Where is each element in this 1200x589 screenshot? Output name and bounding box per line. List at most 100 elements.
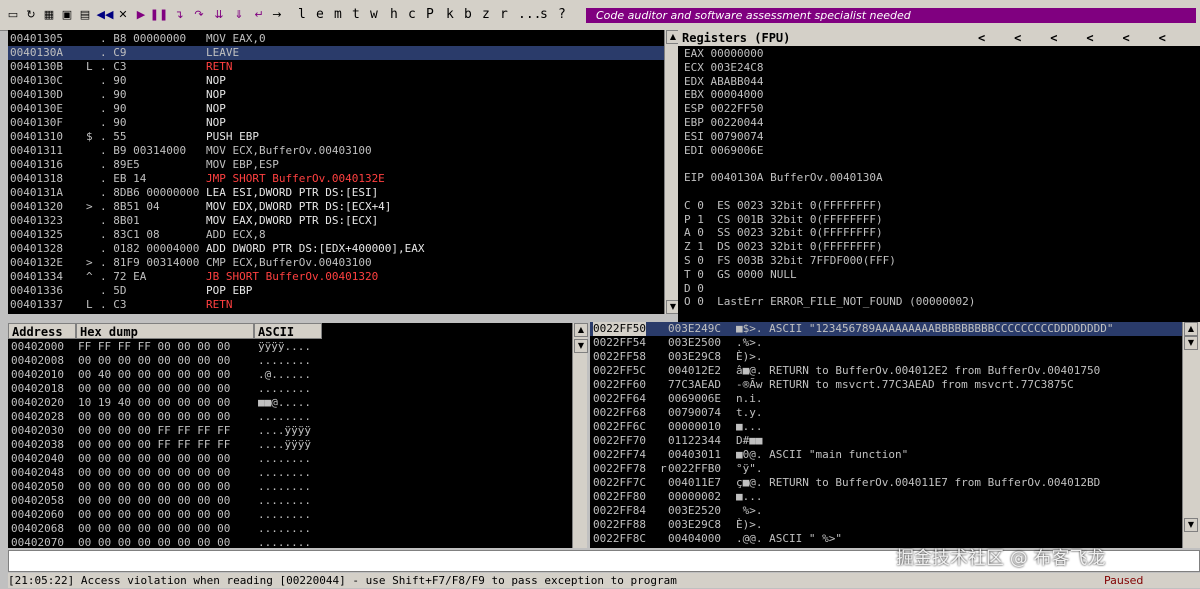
register-line[interactable]: ECX 003E24C8 xyxy=(684,61,763,75)
dump-scroll-up-icon[interactable]: ▲ xyxy=(574,323,588,337)
dump-pane[interactable]: 00402000 FF FF FF FF 00 00 00 00 ÿÿÿÿ.... 0… xyxy=(8,339,572,548)
dump-row[interactable]: 00402050 00 00 00 00 00 00 00 00........ xyxy=(8,480,572,494)
dump-scrollbar[interactable]: ▲ ▼ xyxy=(572,323,588,548)
step-over-icon[interactable]: ↷ xyxy=(190,5,208,23)
stack-row[interactable]: 0022FF5C 004012E2 â■@. RETURN to BufferOv.… xyxy=(590,364,1182,378)
disasm-row[interactable]: 00401334 ^ . 72 EA JB SHORT BufferOv.004013… xyxy=(8,270,664,284)
stack-scroll-up-icon[interactable]: ▲ xyxy=(1184,322,1198,336)
stack-pane[interactable]: 0022FF50 003E249C ■$>. ASCII "123456789AAA… xyxy=(590,322,1182,548)
disasm-row[interactable]: 00401325 . 83C1 08 ADD ECX,8 xyxy=(8,228,664,242)
tb-letter-l[interactable]: l xyxy=(298,7,306,22)
register-line[interactable]: O 0 LastErr ERROR_FILE_NOT_FOUND (000000… xyxy=(684,295,975,309)
tb-letter-dots[interactable]: ... xyxy=(518,7,541,22)
disassembly-scrollbar[interactable]: ▲ ▼ xyxy=(664,30,680,314)
disasm-row[interactable]: 00401311 . B9 00314000 MOV ECX,BufferOv.0… xyxy=(8,144,664,158)
disasm-row[interactable]: 00401337 L . C3 RETN xyxy=(8,298,664,312)
stack-row[interactable]: 0022FF78 r 0022FFB0 °ÿ". xyxy=(590,462,1182,476)
rewind-icon[interactable]: ◀◀ xyxy=(96,5,114,23)
disasm-row[interactable]: 00401316 . 89E5 MOV EBP,ESP xyxy=(8,158,664,172)
register-line[interactable]: S 0 FS 003B 32bit 7FFDF000(FFF) xyxy=(684,254,896,268)
disasm-row[interactable]: 0040132E > . 81F9 00314000 CMP ECX,BufferOv… xyxy=(8,256,664,270)
tb-letter-z[interactable]: z xyxy=(482,7,490,22)
tb-letter-s[interactable]: s xyxy=(540,7,548,22)
register-line[interactable]: EDI 0069006E xyxy=(684,144,763,158)
tb-letter-e[interactable]: e xyxy=(316,7,324,22)
stack-scroll-mid-icon[interactable]: ▼ xyxy=(1184,518,1198,532)
tb-letter-help[interactable]: ? xyxy=(558,7,566,22)
registers-nav-icons[interactable]: < < < < < < xyxy=(978,30,1166,46)
register-line[interactable]: ESP 0022FF50 xyxy=(684,102,763,116)
disasm-row[interactable]: 00401305 . B8 00000000 MOV EAX,0 xyxy=(8,32,664,46)
execute-till-return-icon[interactable]: ↵ xyxy=(250,5,268,23)
stack-row[interactable]: 0022FF54 003E2500 .%>. xyxy=(590,336,1182,350)
tb-letter-k[interactable]: k xyxy=(446,7,454,22)
stack-row[interactable]: 0022FF68 00790074 t.y. xyxy=(590,406,1182,420)
dump-row[interactable]: 00402070 00 00 00 00 00 00 00 00........ xyxy=(8,536,572,548)
open-icon[interactable]: ▭ xyxy=(4,5,22,23)
disasm-row[interactable]: 0040130A . C9 LEAVE xyxy=(8,46,664,60)
register-line[interactable]: EBX 00004000 xyxy=(684,88,763,102)
trace-over-icon[interactable]: ⇓ xyxy=(230,5,248,23)
restart-icon[interactable]: ↻ xyxy=(22,5,40,23)
register-line[interactable]: C 0 ES 0023 32bit 0(FFFFFFFF) xyxy=(684,199,883,213)
dump-scroll-down-icon[interactable]: ▼ xyxy=(574,339,588,353)
disassembly-pane[interactable]: 00401305 . B8 00000000 MOV EAX,0 0040130A … xyxy=(8,30,664,314)
disasm-row[interactable]: 0040130E . 90 NOP xyxy=(8,102,664,116)
dump-row[interactable]: 00402000 FF FF FF FF 00 00 00 00 ÿÿÿÿ.... xyxy=(8,340,572,354)
dump-row[interactable]: 00402010 00 40 00 00 00 00 00 00 .@...... xyxy=(8,368,572,382)
tb-letter-c[interactable]: c xyxy=(408,7,416,22)
step-into-icon[interactable]: ↴ xyxy=(170,5,188,23)
tb-letter-b[interactable]: b xyxy=(464,7,472,22)
goto-icon[interactable]: → xyxy=(268,5,286,23)
close-icon[interactable]: ▦ xyxy=(40,5,58,23)
tb-letter-h[interactable]: h xyxy=(390,7,398,22)
register-line[interactable]: EBP 00220044 xyxy=(684,116,763,130)
tb-letter-t[interactable]: t xyxy=(352,7,360,22)
dump-row[interactable]: 00402058 00 00 00 00 00 00 00 00........ xyxy=(8,494,572,508)
tb-letter-P[interactable]: P xyxy=(426,7,434,22)
stack-row[interactable]: 0022FF80 00000002 ■... xyxy=(590,490,1182,504)
dump-header-ascii[interactable]: ASCII xyxy=(254,323,322,339)
stack-row[interactable]: 0022FF88 003E29C8 È)>. xyxy=(590,518,1182,532)
registers-pane[interactable]: EAX 00000000 ECX 003E24C8 EDX ABABB044 EBX … xyxy=(678,46,1200,322)
register-line[interactable]: D 0 xyxy=(684,282,704,296)
stack-row[interactable]: 0022FF7C 004011E7 ç■@. RETURN to BufferOv.… xyxy=(590,476,1182,490)
disasm-row[interactable]: 00401336 . 5D POP EBP xyxy=(8,284,664,298)
stack-row[interactable]: 0022FF74 00403011 ■0@. ASCII "main functio… xyxy=(590,448,1182,462)
register-line[interactable]: T 0 GS 0000 NULL xyxy=(684,268,797,282)
dump-row[interactable]: 00402018 00 00 00 00 00 00 00 00........ xyxy=(8,382,572,396)
registers-title[interactable]: Registers (FPU) < < < < < < xyxy=(678,30,1200,46)
tb-letter-m[interactable]: m xyxy=(334,7,342,22)
stack-row[interactable]: 0022FF6C 00000010 ■... xyxy=(590,420,1182,434)
disasm-row[interactable]: 00401320 > . 8B51 04 MOV EDX,DWORD PTR DS:[… xyxy=(8,200,664,214)
stop-icon[interactable]: ✕ xyxy=(114,5,132,23)
stack-row[interactable]: 0022FF64 0069006E n.i. xyxy=(590,392,1182,406)
dump-row[interactable]: 00402020 10 19 40 00 00 00 00 00 ■■@..... xyxy=(8,396,572,410)
options-icon[interactable]: ▤ xyxy=(76,5,94,23)
stack-row[interactable]: 0022FF58 003E29C8 È)>. xyxy=(590,350,1182,364)
dump-row[interactable]: 00402030 00 00 00 00 FF FF FF FF ....ÿÿÿÿ xyxy=(8,424,572,438)
disasm-row[interactable]: 0040131A . 8DB6 00000000 LEA ESI,DWORD PT… xyxy=(8,186,664,200)
dump-row[interactable]: 00402038 00 00 00 00 FF FF FF FF ....ÿÿÿÿ xyxy=(8,438,572,452)
register-line[interactable]: A 0 SS 0023 32bit 0(FFFFFFFF) xyxy=(684,226,883,240)
disasm-row[interactable]: 00401323 . 8B01 MOV EAX,DWORD PTR DS:[ECX… xyxy=(8,214,664,228)
dump-row[interactable]: 00402048 00 00 00 00 00 00 00 00........ xyxy=(8,466,572,480)
run-icon[interactable]: ▶ xyxy=(132,5,150,23)
register-line[interactable]: P 1 CS 001B 32bit 0(FFFFFFFF) xyxy=(684,213,883,227)
dump-row[interactable]: 00402060 00 00 00 00 00 00 00 00........ xyxy=(8,508,572,522)
register-line[interactable]: EIP 0040130A BufferOv.0040130A xyxy=(684,171,883,185)
disasm-row[interactable]: 00401310 $ . 55 PUSH EBP xyxy=(8,130,664,144)
dump-row[interactable]: 00402068 00 00 00 00 00 00 00 00........ xyxy=(8,522,572,536)
dump-row[interactable]: 00402028 00 00 00 00 00 00 00 00........ xyxy=(8,410,572,424)
tb-letter-r[interactable]: r xyxy=(500,7,508,22)
banner[interactable]: Code auditor and software assessment spe… xyxy=(586,8,1196,23)
dump-row[interactable]: 00402040 00 00 00 00 00 00 00 00........ xyxy=(8,452,572,466)
dump-header-address[interactable]: Address xyxy=(8,323,76,339)
dump-header-hex[interactable]: Hex dump xyxy=(76,323,254,339)
register-line[interactable]: EDX ABABB044 xyxy=(684,75,763,89)
register-line[interactable]: EAX 00000000 xyxy=(684,47,763,61)
register-line[interactable]: Z 1 DS 0023 32bit 0(FFFFFFFF) xyxy=(684,240,883,254)
dump-row[interactable]: 00402008 00 00 00 00 00 00 00 00........ xyxy=(8,354,572,368)
stack-row[interactable]: 0022FF60 77C3AEAD -®Ãw RETURN to msvcrt.77… xyxy=(590,378,1182,392)
log-icon[interactable]: ▣ xyxy=(58,5,76,23)
